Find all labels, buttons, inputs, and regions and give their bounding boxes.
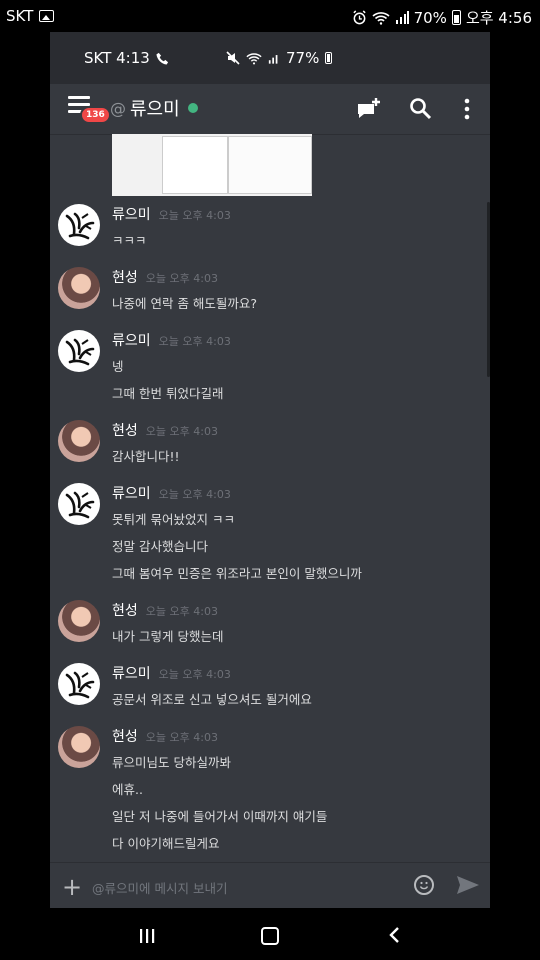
message-timestamp: 오늘 오후 4:03 (145, 605, 218, 618)
message-text: 다 이야기해드릴게요 (112, 836, 220, 851)
preview-file-list (162, 136, 228, 194)
message-timestamp: 오늘 오후 4:03 (158, 488, 231, 501)
message-header: 현성 오늘 오후 4:03 (112, 420, 490, 440)
home-icon[interactable] (261, 927, 279, 945)
message-text: 공문서 위조로 신고 넣으셔도 될거에요 (112, 692, 312, 707)
preview-properties (228, 136, 312, 194)
carrier-label: SKT (6, 7, 34, 25)
avatar[interactable] (58, 663, 100, 705)
author-name[interactable]: 현성 (112, 726, 138, 746)
message-text: 못튀게 묶어놨었지 ㅋㅋ (112, 512, 235, 527)
discord-screenshot: SKT 4:13 77% 136 @ 류으미 류으미 오늘 오후 4:03 ㅋㅋㅋ 현… (50, 32, 490, 908)
add-attachment-button[interactable]: + (62, 873, 82, 901)
message-group: 현성 오늘 오후 4:03 감사합니다!! (50, 420, 490, 465)
message-text: 류으미님도 당하실까봐 (112, 755, 231, 770)
message-timestamp: 오늘 오후 4:03 (145, 272, 218, 285)
inner-battery-percent: 77% (286, 49, 320, 67)
recent-apps-icon[interactable] (139, 928, 155, 944)
channel-name: 류으미 (130, 99, 180, 120)
channel-header: 136 @ 류으미 (50, 84, 490, 135)
unread-badge: 136 (80, 106, 111, 124)
author-name[interactable]: 현성 (112, 600, 138, 620)
message-text: 에휴.. (112, 782, 143, 797)
message-group: 류으미 오늘 오후 4:03 못튀게 묶어놨었지 ㅋㅋ 정말 감사했습니다그때 봄여우… (50, 483, 490, 582)
more-options-icon[interactable] (454, 96, 480, 122)
inner-carrier-time: SKT 4:13 (84, 49, 150, 67)
avatar[interactable] (58, 726, 100, 768)
message-text: 감사합니다!! (112, 449, 180, 464)
gallery-icon (39, 10, 55, 22)
avatar[interactable] (58, 204, 100, 246)
message-group: 현성 오늘 오후 4:03 류으미님도 당하실까봐에휴.. 일단 저 나중에 들어가서… (50, 726, 490, 852)
phone-call-icon (156, 52, 168, 65)
message-text: 그때 봄여우 민증은 위조라고 본인이 말했으니까 (112, 566, 362, 581)
message-group: 류으미 오늘 오후 4:03 공문서 위조로 신고 넣으셔도 될거에요 (50, 663, 490, 708)
back-icon[interactable] (388, 926, 400, 944)
message-header: 현성 오늘 오후 4:03 (112, 726, 490, 746)
message-composer: + @류으미에 메시지 보내기 (50, 862, 490, 908)
message-group: 류으미 오늘 오후 4:03 넹그때 한번 튀었다길래 (50, 330, 490, 402)
message-text: 일단 저 나중에 들어가서 이때까지 얘기들 (112, 809, 328, 824)
message-header: 류으미 오늘 오후 4:03 (112, 483, 490, 503)
wifi-icon (372, 11, 390, 25)
search-icon[interactable] (408, 96, 434, 122)
message-list: 류으미 오늘 오후 4:03 ㅋㅋㅋ 현성 오늘 오후 4:03 나중에 연락 좀 해도될… (50, 204, 490, 908)
message-header: 류으미 오늘 오후 4:03 (112, 330, 490, 350)
new-group-dm-icon[interactable] (356, 96, 382, 122)
message-header: 현성 오늘 오후 4:03 (112, 267, 490, 287)
avatar[interactable] (58, 600, 100, 642)
author-name[interactable]: 류으미 (112, 204, 151, 224)
author-name[interactable]: 류으미 (112, 483, 151, 503)
android-nav-bar (0, 908, 540, 960)
message-text: 그때 한번 튀었다길래 (112, 386, 224, 401)
inner-status-bar: SKT 4:13 77% (50, 32, 490, 84)
message-text: 나중에 연락 좀 해도될까요? (112, 296, 258, 311)
battery-percent: 70% (413, 8, 447, 27)
avatar[interactable] (58, 330, 100, 372)
avatar[interactable] (58, 483, 100, 525)
emoji-icon[interactable] (414, 875, 434, 895)
clock: 오후 4:56 (465, 9, 532, 27)
avatar[interactable] (58, 267, 100, 309)
author-name[interactable]: 현성 (112, 420, 138, 440)
message-header: 류으미 오늘 오후 4:03 (112, 663, 490, 683)
online-status-icon (187, 103, 198, 113)
author-name[interactable]: 현성 (112, 267, 138, 287)
inner-signal-icon (268, 54, 278, 64)
image-attachment-preview[interactable] (112, 134, 312, 196)
message-timestamp: 오늘 오후 4:03 (145, 731, 218, 744)
message-header: 류으미 오늘 오후 4:03 (112, 204, 490, 224)
message-timestamp: 오늘 오후 4:03 (158, 335, 231, 348)
message-header: 현성 오늘 오후 4:03 (112, 600, 490, 620)
message-text: 정말 감사했습니다 (112, 539, 208, 554)
mute-icon (226, 51, 240, 65)
message-text: 넹 (112, 359, 124, 374)
message-input[interactable]: @류으미에 메시지 보내기 (92, 878, 227, 897)
phone-status-bar: SKT 70% 오후 4:56 (0, 0, 540, 32)
inner-wifi-icon (246, 52, 262, 64)
author-name[interactable]: 류으미 (112, 663, 151, 683)
signal-icon (395, 10, 409, 24)
battery-icon (451, 10, 461, 25)
message-text: ㅋㅋㅋ (112, 233, 147, 248)
message-text: 내가 그렇게 당했는데 (112, 629, 224, 644)
inner-battery-icon (325, 52, 333, 64)
send-icon[interactable] (456, 875, 480, 895)
channel-title: @ 류으미 (110, 95, 198, 121)
alarm-icon (352, 10, 366, 25)
message-timestamp: 오늘 오후 4:03 (145, 425, 218, 438)
message-group: 류으미 오늘 오후 4:03 ㅋㅋㅋ (50, 204, 490, 249)
message-timestamp: 오늘 오후 4:03 (158, 209, 231, 222)
message-group: 현성 오늘 오후 4:03 내가 그렇게 당했는데 (50, 600, 490, 645)
message-group: 현성 오늘 오후 4:03 나중에 연락 좀 해도될까요? (50, 267, 490, 312)
message-timestamp: 오늘 오후 4:03 (158, 668, 231, 681)
author-name[interactable]: 류으미 (112, 330, 151, 350)
avatar[interactable] (58, 420, 100, 462)
at-symbol: @ (110, 98, 126, 118)
